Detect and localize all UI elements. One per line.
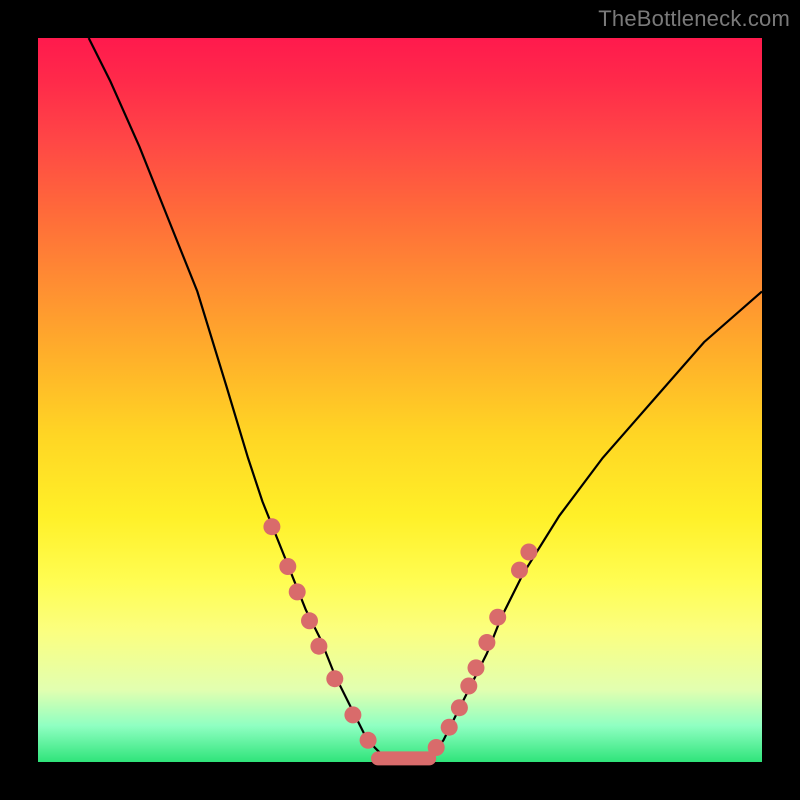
marker-left-7 [360, 732, 377, 749]
marker-right-4 [468, 659, 485, 676]
marker-right-2 [451, 699, 468, 716]
chart-overlay [0, 0, 800, 800]
marker-left-1 [279, 558, 296, 575]
bottom-segment [371, 751, 436, 765]
marker-right-7 [511, 562, 528, 579]
marker-right-8 [520, 544, 537, 561]
marker-left-3 [301, 612, 318, 629]
watermark-text: TheBottleneck.com [598, 6, 790, 32]
marker-right-6 [489, 609, 506, 626]
marker-left-4 [310, 638, 327, 655]
curve-left [89, 38, 386, 758]
marker-right-5 [478, 634, 495, 651]
marker-left-2 [289, 583, 306, 600]
chart-frame: TheBottleneck.com [0, 0, 800, 800]
marker-left-6 [344, 706, 361, 723]
marker-right-3 [460, 678, 477, 695]
marker-right-1 [441, 719, 458, 736]
marker-left-0 [263, 518, 280, 535]
marker-left-5 [326, 670, 343, 687]
marker-right-0 [428, 739, 445, 756]
curve-right [429, 291, 762, 758]
